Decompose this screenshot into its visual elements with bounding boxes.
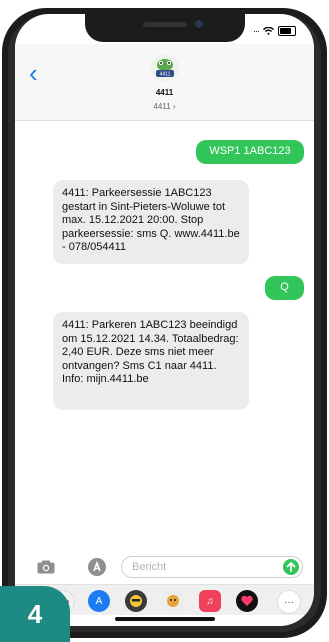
signal-icon: ··· — [253, 26, 260, 36]
incoming-message[interactable]: 4411: Parkeren 1ABC123 beeindigd om 15.1… — [53, 312, 249, 410]
conversation-header: ‹ 4411 4411 4411 › — [15, 44, 314, 121]
contact-name[interactable]: 4411 — [15, 88, 314, 97]
notch — [85, 14, 245, 42]
outgoing-message[interactable]: Q — [265, 276, 304, 300]
arrow-up-icon — [286, 561, 296, 572]
camera-icon[interactable] — [37, 560, 55, 574]
battery-icon — [278, 26, 296, 36]
status-bar-icons: ··· — [253, 26, 296, 36]
front-camera — [195, 20, 203, 28]
wifi-icon — [263, 27, 274, 35]
more-icon[interactable]: ··· — [277, 590, 301, 614]
outgoing-message[interactable]: WSP1 1ABC123 — [196, 140, 304, 164]
music-icon[interactable]: ♫ — [199, 590, 221, 612]
send-button[interactable] — [283, 559, 299, 575]
avatar-logo-text: 4411 — [160, 72, 171, 78]
message-input[interactable]: Bericht — [121, 556, 303, 578]
phone-screen: ··· ‹ 4411 4411 4411 › WSP1 1ABC123 4411… — [15, 14, 314, 626]
message-placeholder: Bericht — [132, 561, 167, 573]
heart-icon[interactable] — [236, 590, 258, 612]
contact-detail-link[interactable]: 4411 › — [15, 102, 314, 111]
compose-bar: Bericht — [15, 554, 314, 580]
back-chevron-icon[interactable]: ‹ — [29, 60, 38, 86]
incoming-message[interactable]: 4411: Parkeersessie 1ABC123 gestart in S… — [53, 180, 249, 264]
sticker-icon[interactable] — [162, 590, 184, 612]
memoji-icon[interactable] — [125, 590, 147, 612]
appstore-drawer-icon[interactable]: A — [88, 590, 110, 612]
contact-avatar[interactable]: 4411 — [151, 54, 179, 82]
home-indicator[interactable] — [115, 617, 215, 621]
appstore-icon[interactable] — [87, 557, 107, 577]
step-badge: 4 — [0, 586, 70, 642]
speaker — [143, 22, 187, 27]
